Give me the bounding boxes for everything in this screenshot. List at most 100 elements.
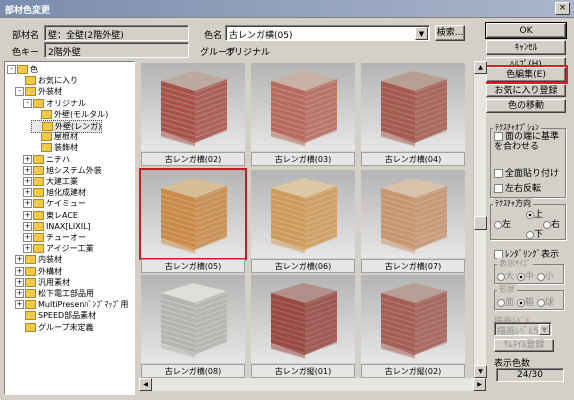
thumbnail-register-button[interactable]: ｻﾑﾈｲﾙ登録 [494,339,554,352]
direction-down[interactable]: 下 [526,227,543,240]
direction-up[interactable]: 上 [526,207,543,220]
direction-left[interactable]: 左 [494,217,511,230]
tree-item[interactable]: 装飾材 [31,142,78,153]
tree-item[interactable]: お気に入り [15,75,78,86]
color-name-select[interactable]: 古レンガ横(05) ▼ [225,25,430,41]
ok-button[interactable]: OK [485,22,567,39]
category-tree[interactable]: - 色お気に入り - 外装材 - オリジナル 外壁(モルタル) 外壁(レンガ) 屋根材 装飾材 + ニ… [4,61,135,395]
direction-right[interactable]: 右 [543,217,560,230]
favorites-register-button[interactable]: お気に入り登録 [486,84,566,97]
vertical-scrollbar[interactable]: ▲ ▼ [473,61,487,378]
tree-item[interactable]: + 東レACE [23,210,78,221]
scroll-thumb[interactable] [474,216,487,230]
texture-tile[interactable]: 古レンガ縦(01) [251,275,355,380]
size-medium-radio[interactable] [516,272,525,281]
group-value: オリジナル [225,48,271,58]
scroll-left-icon[interactable]: ◀ [139,378,152,391]
dropdown-arrow-icon[interactable]: ▼ [415,27,428,40]
fit-all-checkbox[interactable] [494,169,503,178]
folder-icon [33,98,44,108]
folder-icon [33,165,44,175]
color-move-button[interactable]: 色の移動 [486,99,566,113]
size-small-radio[interactable] [536,272,545,281]
expand-icon[interactable]: + [15,289,24,298]
expand-icon[interactable]: + [23,221,32,231]
direction-down-radio[interactable] [526,230,534,239]
texture-tile[interactable]: 古レンガ縦(02) [361,275,465,380]
tree-item[interactable]: SPEED部品素材 [15,310,96,321]
tree-item[interactable]: + 旭システム外装 [23,165,102,176]
shape-options[interactable]: 面 箱 球 [497,295,554,308]
tree-item[interactable]: + 外構材 [15,266,62,277]
tree-item-label: 装飾材 [54,143,78,153]
close-button[interactable]: × [555,2,570,15]
tree-item[interactable]: + 汎用素材 [15,277,70,288]
direction-up-radio[interactable] [526,210,534,219]
expand-icon[interactable]: + [23,210,32,220]
scroll-right-icon[interactable]: ▶ [473,378,486,391]
expand-icon[interactable]: + [15,300,24,310]
texture-tile[interactable]: 古レンガ横(05) [139,168,247,275]
fit-all-option[interactable]: 全面貼り付け [494,166,559,179]
collapse-icon[interactable]: - [15,87,24,97]
tree-item[interactable]: + 内装材 [15,254,62,265]
expand-icon[interactable]: + [23,165,32,175]
search-button[interactable]: 検索... [435,25,465,41]
fit-edge-option[interactable]: 面の端に基準を合わせる [494,132,564,152]
dropdown-arrow-icon[interactable]: ▼ [539,324,550,335]
tree-item[interactable]: - オリジナル [23,98,86,109]
tree-item[interactable]: 屋根材 [31,131,78,142]
texture-tile[interactable]: 古レンガ横(06) [251,170,355,275]
shape-b-radio[interactable] [516,298,525,307]
texture-tile[interactable]: 古レンガ横(04) [361,63,465,168]
render-level-select[interactable]: 描画ﾚﾍﾞﾙ5 ▼ [494,322,552,337]
expand-icon[interactable]: + [23,188,32,198]
tree-item[interactable]: + 大建工業 [23,176,78,187]
render-level-value: 描画ﾚﾍﾞﾙ5 [497,327,539,337]
shape-a-radio[interactable] [497,298,505,307]
shape-c-radio[interactable] [536,298,545,307]
size-options[interactable]: 大 中 小 [497,269,554,282]
tree-item[interactable]: + ケイミュー [23,198,86,209]
size-large-radio[interactable] [497,272,505,281]
horizontal-scrollbar[interactable]: ◀ ▶ [139,378,486,391]
tree-item-label: 外構材 [38,266,62,276]
scroll-up-icon[interactable]: ▲ [474,61,487,74]
tree-item[interactable]: + チューオー [23,232,86,243]
color-edit-button[interactable]: 色編集(E) [484,65,568,84]
tree-item[interactable]: -色 [7,64,38,75]
expand-icon[interactable]: + [23,177,32,186]
collapse-icon[interactable]: - [7,65,16,74]
texture-tile[interactable]: 古レンガ横(02) [141,63,245,168]
collapse-icon[interactable]: - [23,98,32,108]
flip-checkbox[interactable] [494,184,503,193]
tree-item[interactable]: + アイジー工業 [23,243,94,254]
expand-icon[interactable]: + [23,233,32,242]
tree-item[interactable]: + MultiPresenﾊﾞﾝﾌﾟﾏｯﾌﾟ用 [15,299,128,310]
scroll-down-icon[interactable]: ▼ [474,365,487,378]
brick-texture [271,83,305,147]
direction-right-radio[interactable] [543,220,551,229]
direction-left-radio[interactable] [494,220,502,229]
tree-item[interactable]: 外壁(モルタル) [31,109,108,120]
expand-icon[interactable]: + [23,244,32,254]
expand-icon[interactable]: + [23,154,32,164]
expand-icon[interactable]: + [15,255,24,265]
tree-item[interactable]: + 旭化成建材 [23,187,86,198]
texture-tile[interactable]: 古レンガ横(08) [141,275,245,380]
texture-tile[interactable]: 古レンガ横(07) [361,170,465,275]
fit-edge-checkbox[interactable] [494,132,503,141]
tree-item[interactable]: グループ未定義 [15,322,94,333]
cancel-button[interactable]: ｷｬﾝｾﾙ [486,40,566,55]
tree-item[interactable]: + ニチハ [23,154,70,165]
tree-item[interactable]: + 松下電工部品用 [15,288,94,299]
tree-item[interactable]: - 外装材 [15,86,62,97]
texture-tile-label: 古レンガ横(07) [361,259,465,273]
expand-icon[interactable]: + [23,199,32,209]
texture-tile[interactable]: 古レンガ横(03) [251,63,355,168]
expand-icon[interactable]: + [15,277,24,287]
tree-item[interactable]: + INAX[LIXIL] [23,221,91,232]
flip-option[interactable]: 左右反転 [494,181,541,194]
color-key-field: 2階外壁 [44,42,189,58]
expand-icon[interactable]: + [15,266,24,276]
